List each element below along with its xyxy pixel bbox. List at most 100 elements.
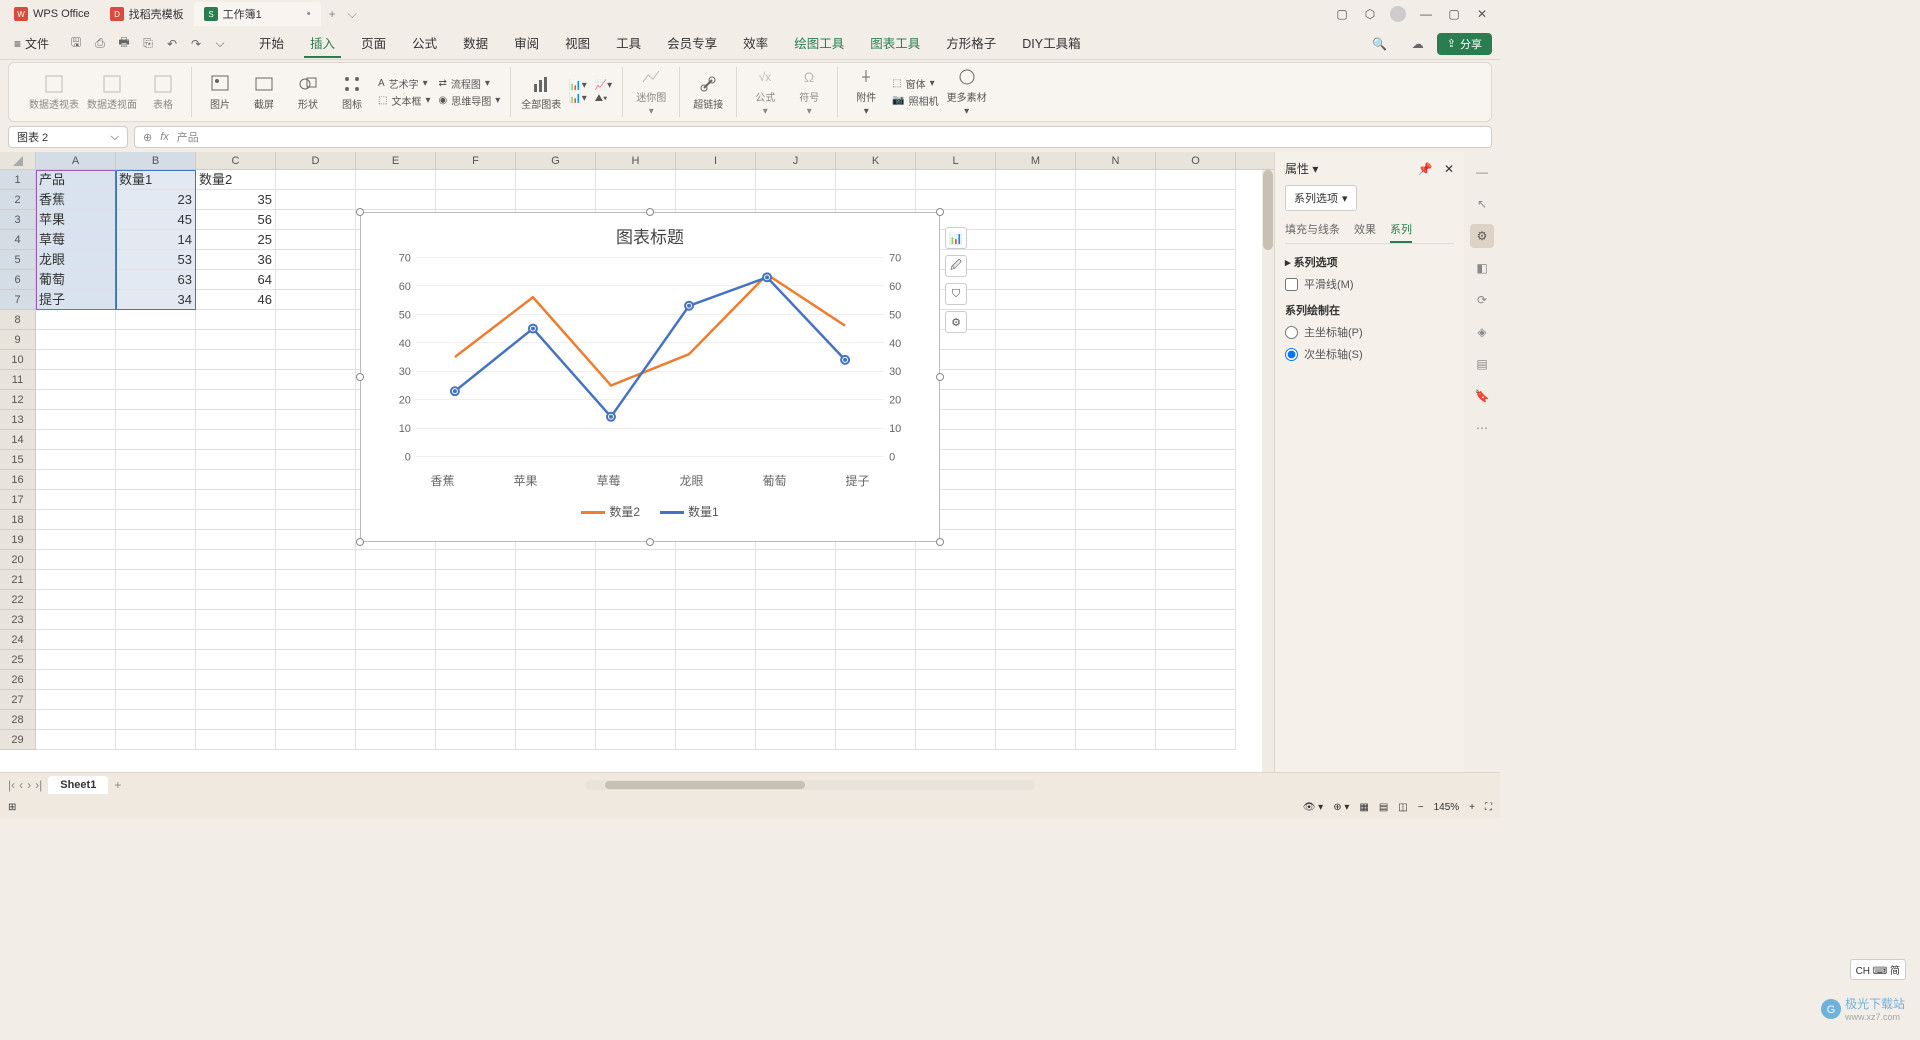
- cell[interactable]: [1156, 630, 1236, 650]
- cell[interactable]: [1076, 730, 1156, 750]
- cell[interactable]: [916, 690, 996, 710]
- row-header[interactable]: 6: [0, 270, 36, 290]
- cell[interactable]: [516, 730, 596, 750]
- cell[interactable]: [996, 570, 1076, 590]
- cell[interactable]: [276, 430, 356, 450]
- cell[interactable]: [36, 310, 116, 330]
- cell[interactable]: [1156, 310, 1236, 330]
- preview-icon[interactable]: ⎘: [139, 35, 157, 53]
- row-header[interactable]: 24: [0, 630, 36, 650]
- cell[interactable]: 35: [196, 190, 276, 210]
- cell[interactable]: [1156, 650, 1236, 670]
- cell[interactable]: 56: [196, 210, 276, 230]
- cell[interactable]: [1076, 650, 1156, 670]
- cell[interactable]: [836, 190, 916, 210]
- cell[interactable]: [996, 250, 1076, 270]
- cell[interactable]: [36, 330, 116, 350]
- cell[interactable]: [1156, 470, 1236, 490]
- cell[interactable]: [996, 190, 1076, 210]
- wordart-button[interactable]: A 艺术字 ▾: [378, 76, 430, 91]
- cell[interactable]: [1076, 270, 1156, 290]
- cell[interactable]: [36, 370, 116, 390]
- view-normal-icon[interactable]: ▦: [1359, 802, 1368, 813]
- secondary-axis-radio[interactable]: 次坐标轴(S): [1285, 346, 1454, 362]
- cell[interactable]: 提子: [36, 290, 116, 310]
- close-panel-icon[interactable]: ✕: [1444, 162, 1454, 176]
- row-header[interactable]: 9: [0, 330, 36, 350]
- cell[interactable]: 产品: [36, 170, 116, 190]
- cell[interactable]: [36, 470, 116, 490]
- cell[interactable]: [596, 590, 676, 610]
- cell[interactable]: 25: [196, 230, 276, 250]
- cell[interactable]: [996, 330, 1076, 350]
- cell[interactable]: [116, 490, 196, 510]
- cell[interactable]: [116, 370, 196, 390]
- cell[interactable]: [116, 730, 196, 750]
- cell[interactable]: [1076, 410, 1156, 430]
- cell[interactable]: [1076, 490, 1156, 510]
- cell[interactable]: 64: [196, 270, 276, 290]
- menu-tab-开始[interactable]: 开始: [253, 29, 290, 58]
- cell[interactable]: [276, 570, 356, 590]
- chart-filter-button[interactable]: ⛉: [945, 283, 967, 305]
- cell[interactable]: [196, 570, 276, 590]
- cell[interactable]: [1076, 370, 1156, 390]
- cell[interactable]: [1156, 250, 1236, 270]
- chart-object[interactable]: 图表标题 001010202030304040505060607070 香蕉苹果…: [360, 212, 940, 542]
- cell[interactable]: [516, 190, 596, 210]
- cell[interactable]: [356, 630, 436, 650]
- cell[interactable]: [996, 590, 1076, 610]
- cell[interactable]: [1156, 270, 1236, 290]
- cell[interactable]: [756, 670, 836, 690]
- cell[interactable]: [916, 630, 996, 650]
- maximize-button[interactable]: ▢: [1444, 4, 1464, 24]
- cell[interactable]: [1156, 510, 1236, 530]
- menu-tab-工具[interactable]: 工具: [610, 29, 647, 58]
- cell[interactable]: [36, 570, 116, 590]
- row-header[interactable]: 3: [0, 210, 36, 230]
- cell[interactable]: [276, 290, 356, 310]
- cell[interactable]: [596, 610, 676, 630]
- cell[interactable]: [116, 530, 196, 550]
- cell[interactable]: [116, 650, 196, 670]
- cell[interactable]: [516, 650, 596, 670]
- search-icon[interactable]: 🔍: [1371, 35, 1389, 53]
- more-icon[interactable]: ⋯: [1470, 416, 1494, 440]
- cell[interactable]: [676, 670, 756, 690]
- column-header[interactable]: D: [276, 152, 356, 169]
- row-header[interactable]: 16: [0, 470, 36, 490]
- row-header[interactable]: 28: [0, 710, 36, 730]
- cell[interactable]: [1076, 290, 1156, 310]
- row-header[interactable]: 23: [0, 610, 36, 630]
- cell[interactable]: [996, 390, 1076, 410]
- cell[interactable]: [1156, 590, 1236, 610]
- cell[interactable]: [196, 510, 276, 530]
- spreadsheet[interactable]: ABCDEFGHIJKLMNO 1产品数量1数量22香蕉23353苹果45564…: [0, 152, 1274, 772]
- row-header[interactable]: 12: [0, 390, 36, 410]
- cell[interactable]: [996, 230, 1076, 250]
- attachment-button[interactable]: 附件▾: [848, 67, 884, 117]
- shapes-button[interactable]: 形状: [290, 74, 326, 111]
- chart-elements-button[interactable]: 📊: [945, 227, 967, 249]
- app-tab-workbook[interactable]: S 工作簿1 •: [194, 2, 321, 26]
- primary-axis-radio[interactable]: 主坐标轴(P): [1285, 324, 1454, 340]
- menu-tab-插入[interactable]: 插入: [304, 29, 341, 58]
- cell[interactable]: [1076, 390, 1156, 410]
- cell[interactable]: [36, 590, 116, 610]
- sheet-last-icon[interactable]: ›|: [35, 778, 42, 792]
- equation-button[interactable]: √x公式▾: [747, 67, 783, 117]
- flowchart-button[interactable]: ⇄ 流程图 ▾: [438, 76, 500, 91]
- cell[interactable]: [1156, 370, 1236, 390]
- cell[interactable]: [196, 710, 276, 730]
- chart-plot-area[interactable]: 001010202030304040505060607070: [386, 252, 914, 472]
- cell[interactable]: 草莓: [36, 230, 116, 250]
- cell[interactable]: [116, 430, 196, 450]
- sheet-tab[interactable]: Sheet1: [48, 776, 108, 794]
- cell[interactable]: [676, 610, 756, 630]
- cell[interactable]: [276, 730, 356, 750]
- cell[interactable]: [756, 550, 836, 570]
- menu-tab-DIY工具箱[interactable]: DIY工具箱: [1016, 29, 1086, 58]
- cell[interactable]: [1076, 450, 1156, 470]
- row-header[interactable]: 19: [0, 530, 36, 550]
- column-header[interactable]: C: [196, 152, 276, 169]
